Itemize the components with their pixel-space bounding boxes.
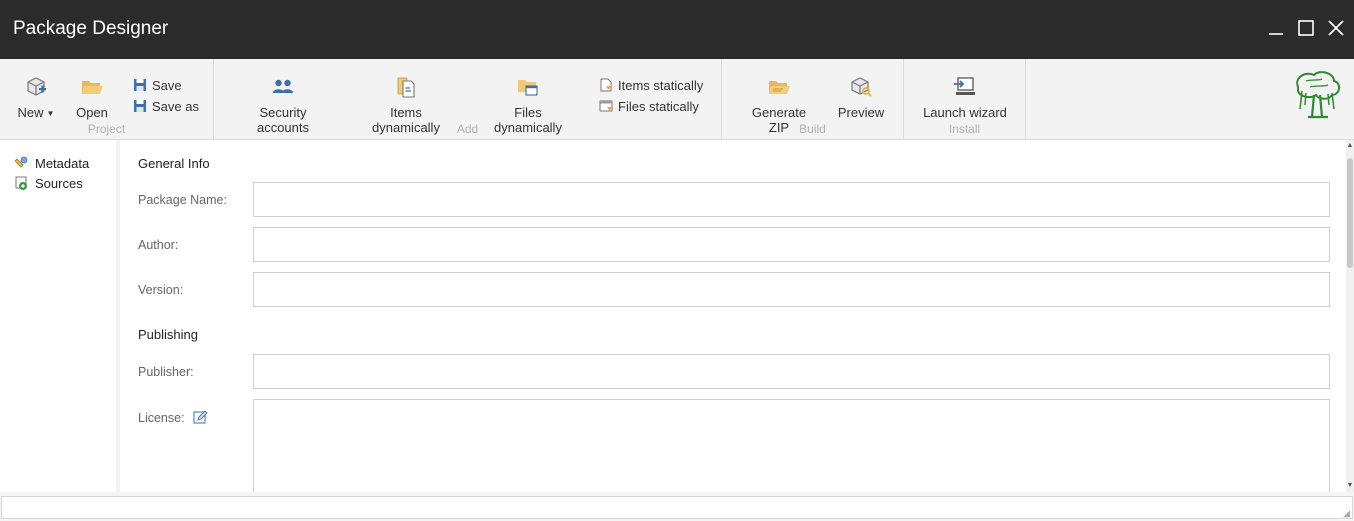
files-static-icon xyxy=(599,100,613,112)
maximize-button[interactable] xyxy=(1295,17,1317,39)
title-bar: Package Designer xyxy=(0,0,1354,59)
items-static-icon xyxy=(600,78,612,92)
group-label-build: Build xyxy=(799,122,826,136)
zip-folder-icon xyxy=(769,81,790,94)
status-field xyxy=(1,496,1353,519)
save-as-button[interactable]: Save as xyxy=(133,99,199,114)
save-as-button-label: Save as xyxy=(152,99,199,114)
nav-item-metadata[interactable]: Metadata xyxy=(13,155,89,171)
files-statically-label: Files statically xyxy=(618,99,699,114)
scroll-down-icon[interactable]: ▼ xyxy=(1346,482,1354,490)
ribbon-group-build: Generate ZIP Preview Build xyxy=(722,59,904,140)
ribbon-toolbar: New ▼ Open Save Save as Project Security… xyxy=(0,59,1354,140)
folder-open-icon xyxy=(82,81,103,94)
package-name-label: Package Name: xyxy=(138,193,227,207)
preview-package-icon xyxy=(851,77,872,97)
ribbon-group-add: Security accounts Items dynamically File… xyxy=(214,59,722,140)
window-title: Package Designer xyxy=(13,18,169,39)
items-dynamic-icon xyxy=(397,77,415,98)
launch-wizard-button[interactable]: Launch wizard xyxy=(922,75,1008,120)
vertical-scrollbar[interactable]: ▲ ▼ xyxy=(1346,140,1354,492)
preview-button[interactable]: Preview xyxy=(836,75,886,120)
install-wizard-icon xyxy=(954,77,975,95)
license-label-row: License: xyxy=(138,410,208,425)
save-button[interactable]: Save xyxy=(133,78,182,93)
launch-wizard-label: Launch wizard xyxy=(923,105,1007,120)
new-package-icon xyxy=(27,77,46,96)
close-button[interactable] xyxy=(1325,17,1347,39)
resize-grip-icon[interactable]: ◢ xyxy=(1343,508,1350,519)
save-button-label: Save xyxy=(152,78,182,93)
ribbon-group-project: New ▼ Open Save Save as Project xyxy=(0,59,214,140)
ribbon-group-install: Launch wizard Install xyxy=(904,59,1026,140)
author-label: Author: xyxy=(138,238,179,252)
group-label-install: Install xyxy=(948,122,981,136)
items-statically-button[interactable]: Items statically xyxy=(599,78,703,93)
minimize-button[interactable] xyxy=(1265,17,1287,39)
open-button[interactable]: Open xyxy=(72,75,112,120)
publisher-input[interactable] xyxy=(253,354,1330,389)
package-name-input[interactable] xyxy=(253,182,1330,217)
items-statically-label: Items statically xyxy=(618,78,704,93)
tree-logo-icon xyxy=(1296,71,1340,119)
preview-label: Preview xyxy=(837,105,885,120)
users-icon xyxy=(273,79,293,93)
metadata-form: General Info Package Name: Author: Versi… xyxy=(124,140,1346,492)
edit-icon[interactable] xyxy=(193,410,208,425)
license-textarea[interactable] xyxy=(253,399,1330,492)
group-label-add: Add xyxy=(456,122,479,136)
status-bar: ◢ xyxy=(0,492,1354,521)
new-button[interactable]: New ▼ xyxy=(14,75,58,120)
open-button-label: Open xyxy=(76,105,108,120)
nav-item-sources-label: Sources xyxy=(35,176,83,191)
scroll-up-icon[interactable]: ▲ xyxy=(1346,142,1354,150)
metadata-icon xyxy=(14,156,28,168)
save-icon xyxy=(134,79,146,91)
left-nav: Metadata Sources xyxy=(0,140,120,492)
publisher-label: Publisher: xyxy=(138,365,194,379)
nav-item-sources[interactable]: Sources xyxy=(13,175,83,191)
group-label-project: Project xyxy=(87,122,126,136)
new-button-label: New xyxy=(17,105,44,120)
version-label: Version: xyxy=(138,283,184,297)
section-title-general-info: General Info xyxy=(138,156,210,171)
license-label: License: xyxy=(138,411,185,425)
author-input[interactable] xyxy=(253,227,1330,262)
section-title-publishing: Publishing xyxy=(138,327,198,342)
files-dynamic-icon xyxy=(518,80,538,96)
version-input[interactable] xyxy=(253,272,1330,307)
chevron-down-icon: ▼ xyxy=(46,109,55,118)
sources-icon xyxy=(15,176,27,190)
nav-item-metadata-label: Metadata xyxy=(35,156,90,171)
save-as-icon xyxy=(134,100,146,112)
scrollbar-thumb[interactable] xyxy=(1347,158,1353,268)
files-statically-button[interactable]: Files statically xyxy=(599,99,699,114)
